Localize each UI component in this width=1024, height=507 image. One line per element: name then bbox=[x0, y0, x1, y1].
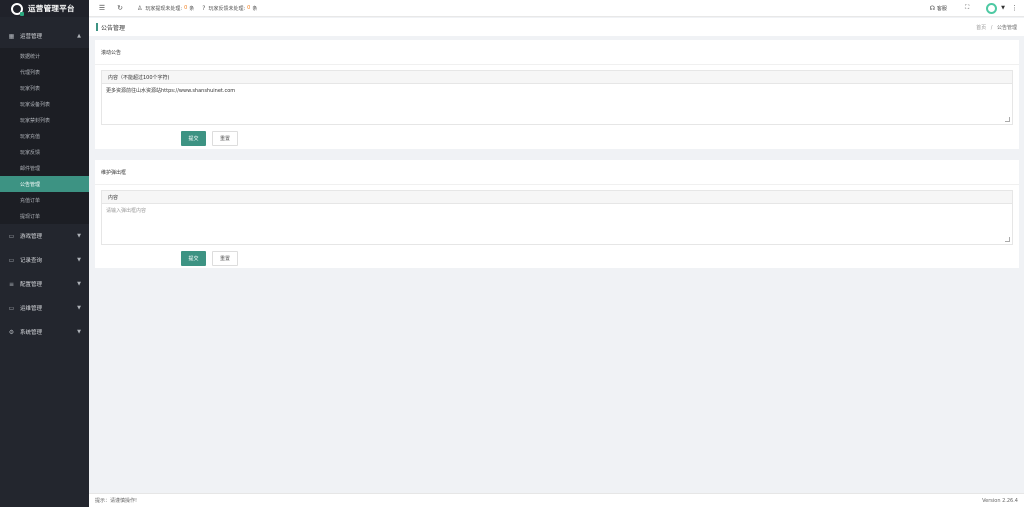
withdraw-pending-stat[interactable]: ♙ 玩家提现未处理: 0 条 bbox=[137, 5, 194, 12]
menu-group-label: 游戏管理 bbox=[20, 234, 43, 240]
user-icon: ♙ bbox=[137, 4, 143, 12]
popup-notice-placeholder: 请输入弹出框内容 bbox=[106, 208, 147, 214]
book-icon: ▭ bbox=[8, 256, 15, 264]
customer-service-button[interactable]: ☊ 客服 bbox=[930, 5, 947, 12]
chart-icon: ▦ bbox=[8, 32, 15, 40]
page-title: 公告管理 bbox=[101, 24, 126, 32]
page-header: 公告管理 首页 / 公告管理 bbox=[89, 18, 1024, 36]
sidebar-item-player-device-list[interactable]: 玩家设备列表 bbox=[0, 96, 89, 112]
sidebar-item-withdraw-orders[interactable]: 提现订单 bbox=[0, 208, 89, 224]
breadcrumb: 首页 / 公告管理 bbox=[976, 24, 1024, 31]
list-icon: ≡ bbox=[8, 280, 15, 288]
chevron-down-icon: ▼ bbox=[77, 257, 81, 263]
popup-notice-actions: 提交 重置 bbox=[95, 251, 1019, 266]
customer-service-label: 客服 bbox=[936, 5, 947, 12]
footer: 提示：请谨慎操作! Version 2.26.4 bbox=[89, 493, 1024, 507]
topbar: ☰ ↻ ♙ 玩家提现未处理: 0 条 ? 玩家反馈未处理: 0 条 ☊ 客服 ⛶… bbox=[89, 0, 1024, 17]
scroll-notice-field-label: 内容（不能超过100个字符) bbox=[102, 71, 1012, 84]
scroll-notice-reset-button[interactable]: 重置 bbox=[212, 131, 238, 146]
menu-group-config[interactable]: ≡ 配置管理 ▼ bbox=[0, 272, 89, 296]
feedback-pending-unit: 条 bbox=[252, 5, 258, 12]
feedback-pending-label: 玩家反馈未处理: bbox=[208, 5, 246, 12]
scroll-notice-actions: 提交 重置 bbox=[95, 131, 1019, 146]
withdraw-pending-unit: 条 bbox=[189, 5, 195, 12]
menu-group-label: 配置管理 bbox=[20, 282, 43, 288]
popup-notice-field-label: 内容 bbox=[102, 191, 1012, 204]
scroll-notice-card: 滚动公告 内容（不能超过100个字符) 更多资源前往山水资源站https://w… bbox=[95, 40, 1019, 149]
headset-icon: ☊ bbox=[929, 4, 935, 12]
book-icon: ▭ bbox=[8, 232, 15, 240]
book-icon: ▭ bbox=[8, 304, 15, 312]
popup-notice-title: 维护弹出框 bbox=[95, 160, 1019, 185]
menu-group-operations[interactable]: ▦ 运营管理 ▲ bbox=[0, 24, 89, 48]
sidebar-item-recharge-orders[interactable]: 充值订单 bbox=[0, 192, 89, 208]
menu-toggle-icon[interactable]: ☰ bbox=[93, 4, 111, 12]
chevron-down-icon: ▼ bbox=[77, 305, 81, 311]
menu-group-ops[interactable]: ▭ 运维管理 ▼ bbox=[0, 296, 89, 320]
chevron-down-icon: ▼ bbox=[77, 329, 81, 335]
sidebar-item-data-stats[interactable]: 数据统计 bbox=[0, 48, 89, 64]
menu-group-label: 运维管理 bbox=[20, 306, 43, 312]
sidebar-item-announcement-management[interactable]: 公告管理 bbox=[0, 176, 89, 192]
resize-handle-icon[interactable] bbox=[1005, 117, 1010, 122]
breadcrumb-separator: / bbox=[990, 24, 993, 31]
chevron-down-icon: ▼ bbox=[77, 233, 81, 239]
gear-icon: ⚙ bbox=[8, 328, 15, 336]
popup-notice-card: 维护弹出框 内容 请输入弹出框内容 提交 重置 bbox=[95, 160, 1019, 268]
sidebar-item-agent-list[interactable]: 代理列表 bbox=[0, 64, 89, 80]
scroll-notice-form: 内容（不能超过100个字符) 更多资源前往山水资源站https://www.sh… bbox=[101, 70, 1013, 125]
scroll-notice-value: 更多资源前往山水资源站https://www.shanshuinet.com bbox=[106, 88, 236, 94]
logo: 运营管理平台 bbox=[0, 0, 89, 17]
feedback-pending-count: 0 bbox=[247, 5, 251, 11]
scroll-notice-submit-button[interactable]: 提交 bbox=[181, 131, 206, 146]
title-accent-bar bbox=[96, 23, 98, 31]
popup-notice-submit-button[interactable]: 提交 bbox=[181, 251, 206, 266]
more-icon[interactable]: ⋮ bbox=[1011, 4, 1018, 12]
breadcrumb-current: 公告管理 bbox=[996, 24, 1017, 31]
breadcrumb-home[interactable]: 首页 bbox=[976, 25, 986, 31]
withdraw-pending-count: 0 bbox=[184, 5, 188, 11]
resize-handle-icon[interactable] bbox=[1005, 237, 1010, 242]
sidebar-item-player-feedback[interactable]: 玩家反馈 bbox=[0, 144, 89, 160]
submenu-operations: 数据统计 代理列表 玩家列表 玩家设备列表 玩家禁封列表 玩家充值 玩家反馈 邮… bbox=[0, 48, 89, 224]
menu-group-records[interactable]: ▭ 记录查询 ▼ bbox=[0, 248, 89, 272]
chevron-down-icon[interactable]: ▼ bbox=[1001, 5, 1005, 11]
scroll-notice-title: 滚动公告 bbox=[95, 40, 1019, 65]
avatar[interactable] bbox=[986, 2, 998, 14]
menu-group-game[interactable]: ▭ 游戏管理 ▼ bbox=[0, 224, 89, 248]
sidebar-item-player-recharge[interactable]: 玩家充值 bbox=[0, 128, 89, 144]
scroll-notice-textarea[interactable]: 更多资源前往山水资源站https://www.shanshuinet.com bbox=[102, 84, 1012, 124]
menu-group-label: 记录查询 bbox=[20, 258, 43, 264]
popup-notice-textarea[interactable]: 请输入弹出框内容 bbox=[102, 204, 1012, 244]
sidebar-item-player-list[interactable]: 玩家列表 bbox=[0, 80, 89, 96]
fullscreen-icon[interactable]: ⛶ bbox=[965, 4, 969, 12]
sidebar-item-player-ban-list[interactable]: 玩家禁封列表 bbox=[0, 112, 89, 128]
menu-group-system[interactable]: ⚙ 系统管理 ▼ bbox=[0, 320, 89, 344]
footer-hint: 提示：请谨慎操作! bbox=[95, 498, 138, 504]
question-icon: ? bbox=[202, 4, 206, 12]
refresh-icon[interactable]: ↻ bbox=[111, 4, 129, 12]
popup-notice-reset-button[interactable]: 重置 bbox=[212, 251, 238, 266]
logo-icon bbox=[11, 2, 24, 16]
menu-group-label: 运营管理 bbox=[20, 34, 43, 40]
chevron-up-icon: ▲ bbox=[77, 33, 81, 39]
topbar-right: ☊ 客服 ⛶ ▼ ⋮ bbox=[930, 2, 1024, 14]
version-label: Version 2.26.4 bbox=[982, 497, 1018, 504]
sidebar: 运营管理平台 ▦ 运营管理 ▲ 数据统计 代理列表 玩家列表 玩家设备列表 玩家… bbox=[0, 0, 89, 507]
popup-notice-form: 内容 请输入弹出框内容 bbox=[101, 190, 1013, 245]
withdraw-pending-label: 玩家提现未处理: bbox=[145, 5, 183, 12]
app-title: 运营管理平台 bbox=[28, 4, 75, 13]
chevron-down-icon: ▼ bbox=[77, 281, 81, 287]
sidebar-item-mail-management[interactable]: 邮件管理 bbox=[0, 160, 89, 176]
feedback-pending-stat[interactable]: ? 玩家反馈未处理: 0 条 bbox=[202, 5, 257, 12]
menu-group-label: 系统管理 bbox=[20, 330, 43, 336]
